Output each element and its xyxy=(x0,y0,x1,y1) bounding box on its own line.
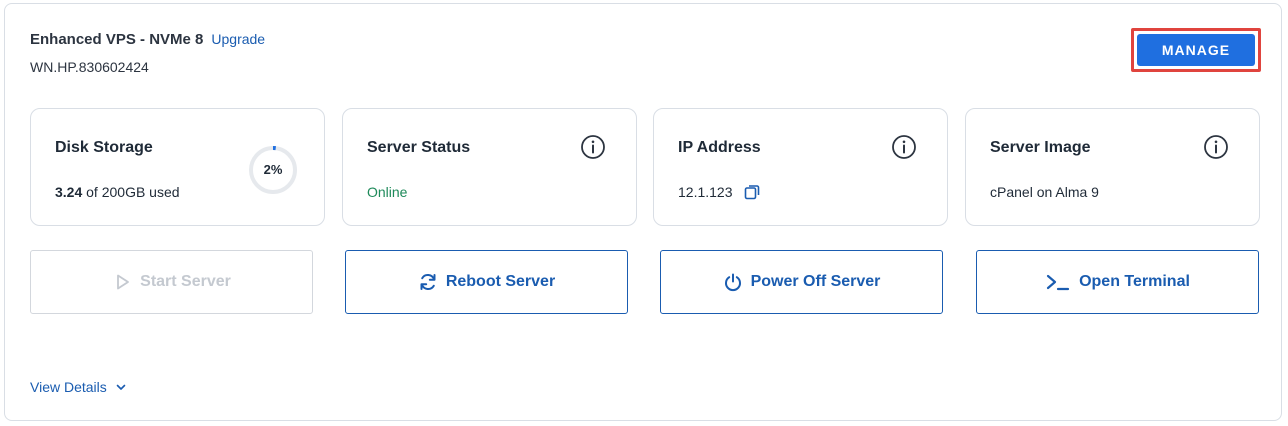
server-image-title: Server Image xyxy=(990,139,1091,156)
disk-usage: 3.24 of 200GB used xyxy=(55,184,180,200)
server-image-value: cPanel on Alma 9 xyxy=(990,184,1099,200)
power-icon xyxy=(724,273,741,291)
reboot-server-label: Reboot Server xyxy=(445,273,556,290)
open-terminal-button[interactable]: Open Terminal xyxy=(976,250,1259,314)
title-row: Enhanced VPS - NVMe 8 Upgrade xyxy=(30,31,265,48)
terminal-icon xyxy=(1046,274,1070,291)
info-icon[interactable] xyxy=(580,134,606,160)
disk-percent-label: 2% xyxy=(263,162,283,177)
ip-address-title: IP Address xyxy=(678,139,761,156)
server-card: Enhanced VPS - NVMe 8 Upgrade WN.HP.8306… xyxy=(4,3,1282,421)
server-status-value: Online xyxy=(367,184,408,200)
chevron-down-icon xyxy=(116,384,126,390)
play-icon xyxy=(117,274,130,290)
refresh-icon xyxy=(420,274,436,290)
disk-usage-gauge: 2% xyxy=(248,145,298,195)
disk-storage-title: Disk Storage xyxy=(55,139,153,156)
copy-icon[interactable] xyxy=(744,184,760,200)
open-terminal-label: Open Terminal xyxy=(1079,273,1190,290)
power-off-server-label: Power Off Server xyxy=(750,273,881,290)
info-icon[interactable] xyxy=(891,134,917,160)
power-off-server-button[interactable]: Power Off Server xyxy=(660,250,943,314)
disk-total-text: of 200GB used xyxy=(86,184,180,200)
disk-storage-tile: Disk Storage 3.24 of 200GB used 2% xyxy=(30,108,325,226)
disk-used-value: 3.24 xyxy=(55,184,83,200)
server-status-title: Server Status xyxy=(367,139,471,156)
manage-button[interactable]: MANAGE xyxy=(1137,34,1255,66)
start-server-label: Start Server xyxy=(140,273,231,290)
start-server-button[interactable]: Start Server xyxy=(30,250,313,314)
plan-name: Enhanced VPS - NVMe 8 xyxy=(30,31,204,48)
ip-address-row: 12.1.123 xyxy=(678,184,760,200)
view-details-toggle[interactable]: View Details xyxy=(30,379,127,395)
ip-address-tile: IP Address 12.1.123 xyxy=(653,108,948,226)
ip-address-value: 12.1.123 xyxy=(678,184,733,200)
server-id: WN.HP.830602424 xyxy=(30,59,149,75)
upgrade-link[interactable]: Upgrade xyxy=(211,31,265,47)
view-details-label: View Details xyxy=(30,379,107,395)
info-icon[interactable] xyxy=(1203,134,1229,160)
server-image-tile: Server Image cPanel on Alma 9 xyxy=(965,108,1260,226)
server-status-tile: Server Status Online xyxy=(342,108,637,226)
manage-button-highlight: MANAGE xyxy=(1131,28,1261,72)
reboot-server-button[interactable]: Reboot Server xyxy=(345,250,628,314)
